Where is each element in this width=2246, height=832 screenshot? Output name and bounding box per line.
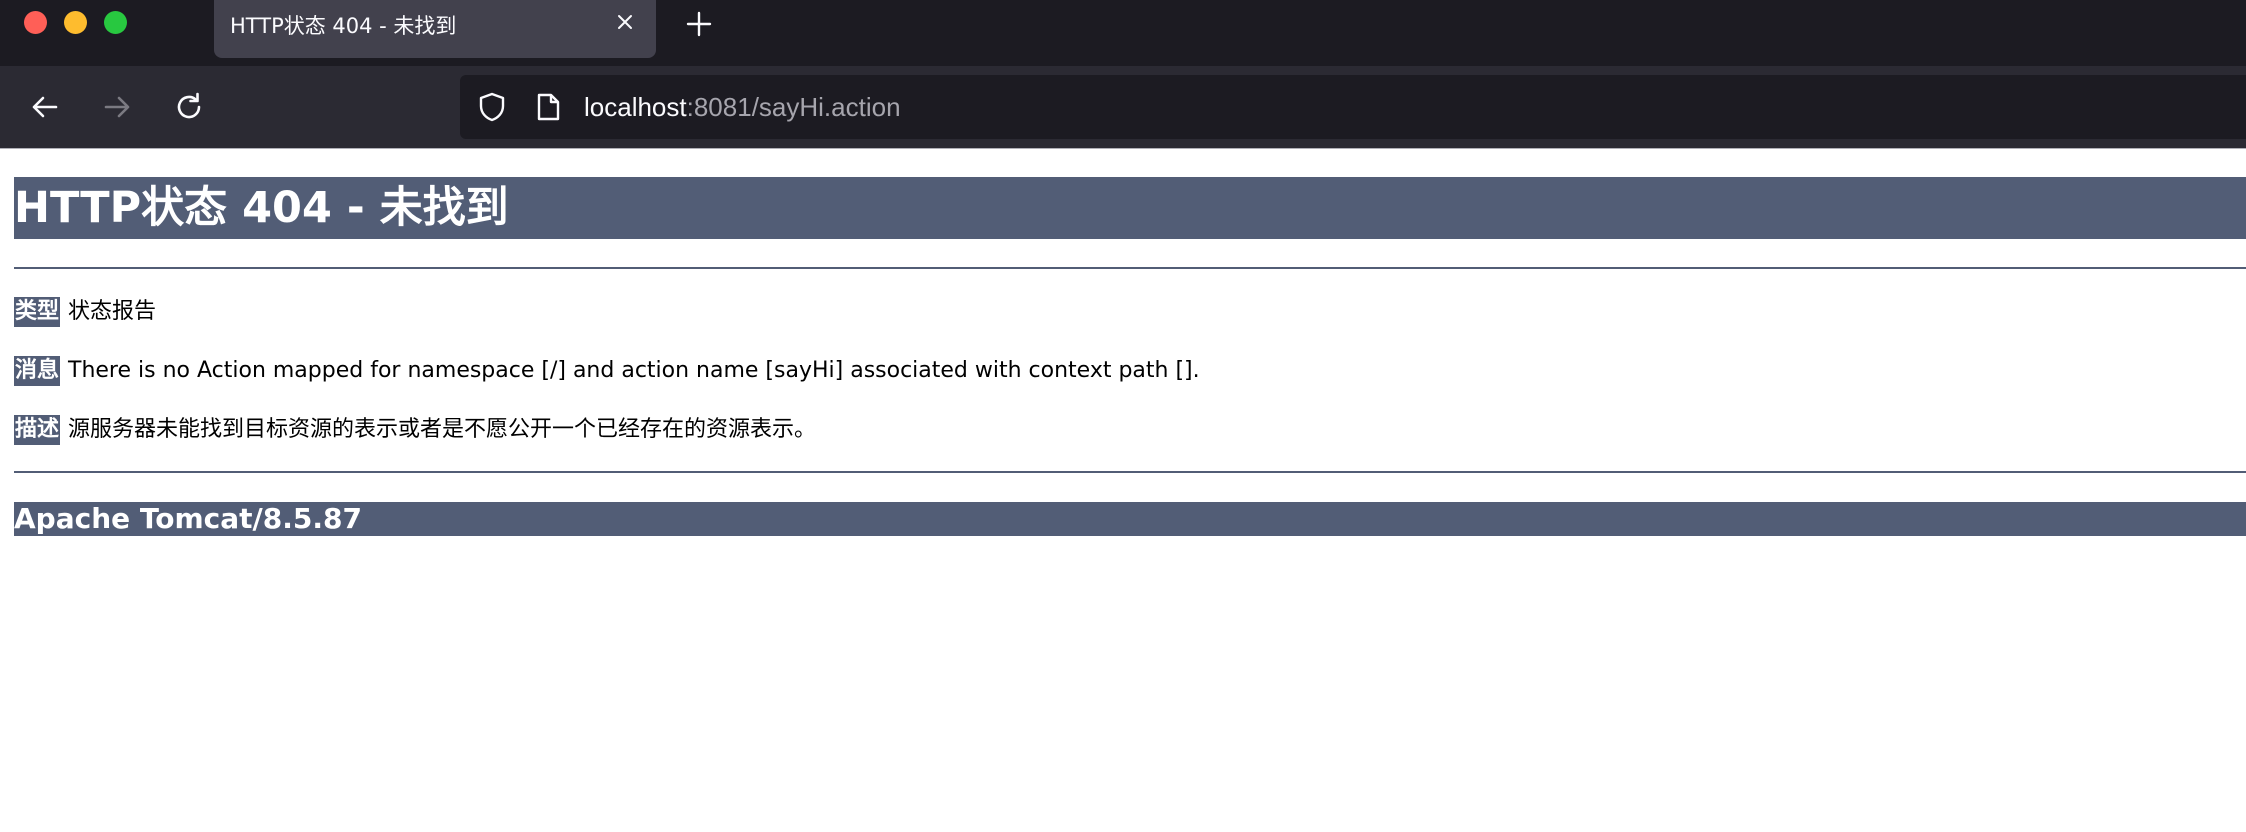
description-row: 描述 源服务器未能找到目标资源的表示或者是不愿公开一个已经存在的资源表示。 bbox=[14, 415, 816, 445]
window-minimize-button[interactable] bbox=[64, 11, 87, 34]
type-label: 类型 bbox=[14, 297, 61, 327]
reload-icon[interactable] bbox=[172, 90, 206, 124]
arrow-right-icon[interactable] bbox=[100, 90, 134, 124]
browser-tab[interactable]: HTTP状态 404 - 未找到 bbox=[214, 0, 656, 58]
tab-title: HTTP状态 404 - 未找到 bbox=[230, 14, 457, 38]
url-host: localhost bbox=[584, 92, 687, 122]
message-row: 消息 There is no Action mapped for namespac… bbox=[14, 356, 1200, 386]
description-value: 源服务器未能找到目标资源的表示或者是不愿公开一个已经存在的资源表示。 bbox=[68, 417, 817, 442]
server-info: Apache Tomcat/8.5.87 bbox=[14, 502, 2246, 536]
divider bbox=[14, 267, 2246, 269]
page-icon[interactable] bbox=[534, 92, 562, 122]
arrow-left-icon[interactable] bbox=[28, 90, 62, 124]
type-value: 状态报告 bbox=[68, 299, 157, 324]
page-content: HTTP状态 404 - 未找到 类型 状态报告 消息 There is no Ac… bbox=[0, 149, 2246, 832]
plus-icon[interactable] bbox=[684, 9, 714, 39]
page-title: HTTP状态 404 - 未找到 bbox=[14, 177, 2246, 239]
close-icon[interactable] bbox=[614, 11, 636, 33]
divider bbox=[14, 471, 2246, 473]
navigation-toolbar: localhost:8081/sayHi.action bbox=[0, 66, 2246, 148]
url-text[interactable]: localhost:8081/sayHi.action bbox=[584, 92, 901, 123]
tab-bar: HTTP状态 404 - 未找到 bbox=[0, 0, 2246, 66]
description-label: 描述 bbox=[14, 415, 61, 445]
address-bar[interactable]: localhost:8081/sayHi.action bbox=[460, 75, 2246, 139]
shield-icon[interactable] bbox=[476, 91, 508, 123]
message-value: There is no Action mapped for namespace … bbox=[68, 358, 1200, 383]
url-path: :8081/sayHi.action bbox=[686, 92, 901, 122]
type-row: 类型 状态报告 bbox=[14, 297, 156, 327]
message-label: 消息 bbox=[14, 356, 61, 386]
window-zoom-button[interactable] bbox=[104, 11, 127, 34]
window-close-button[interactable] bbox=[24, 11, 47, 34]
